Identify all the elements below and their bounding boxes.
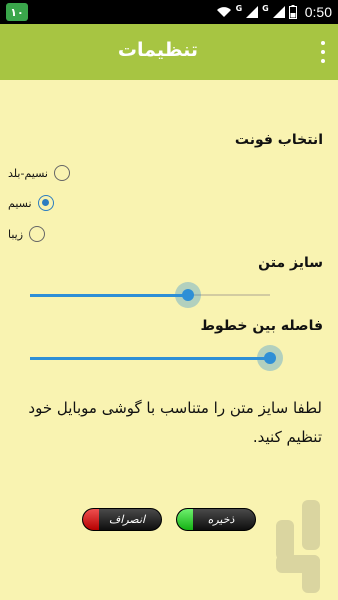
radio-button[interactable] (29, 226, 46, 242)
slider-fill (30, 357, 270, 360)
font-section-label: انتخاب فونت (234, 132, 323, 148)
font-option-label: زیبا (8, 227, 24, 241)
clock: 0:50 (304, 4, 332, 20)
signal-icon-2 (272, 6, 285, 18)
radio-button[interactable] (53, 165, 70, 181)
text-size-slider[interactable] (30, 280, 270, 310)
line-spacing-slider[interactable] (30, 343, 283, 373)
cancel-button[interactable]: انصراف (82, 508, 162, 531)
font-option-nasim[interactable]: نسیم (8, 193, 54, 213)
slider-thumb[interactable] (257, 345, 283, 371)
status-bar: ۱۰ G G 0:50 (0, 0, 338, 24)
battery-icon (288, 5, 297, 19)
text-size-label: سایز متن (258, 255, 323, 271)
app-logo-watermark (276, 500, 320, 593)
network-type-2: G (262, 4, 269, 13)
cancel-button-label: انصراف (108, 513, 146, 526)
font-option-nasim-bold[interactable]: نسیم-بلد (8, 163, 70, 183)
slider-fill (30, 294, 188, 297)
status-icons: G G 0:50 (216, 0, 332, 24)
font-option-ziba[interactable]: زیبا (8, 224, 46, 244)
radio-button-selected[interactable] (37, 195, 54, 211)
font-option-label: نسیم (8, 196, 32, 210)
signal-icon (246, 6, 259, 18)
save-indicator (177, 509, 193, 530)
line-spacing-label: فاصله بین خطوط (200, 318, 323, 334)
save-button[interactable]: ذخیره (176, 508, 256, 531)
page-title: تنظیمات (117, 39, 198, 61)
slider-thumb[interactable] (175, 282, 201, 308)
notification-badge: ۱۰ (6, 3, 28, 21)
save-button-label: ذخیره (207, 513, 235, 526)
overflow-menu-icon[interactable] (318, 41, 328, 63)
font-option-label: نسیم-بلد (8, 166, 48, 180)
network-type-1: G (235, 4, 243, 13)
hint-text: لطفا سایز متن را متناسب با گوشی موبایل خ… (28, 399, 322, 446)
wifi-icon (216, 7, 231, 17)
app-bar: تنظیمات (0, 24, 338, 80)
cancel-indicator (83, 509, 99, 530)
